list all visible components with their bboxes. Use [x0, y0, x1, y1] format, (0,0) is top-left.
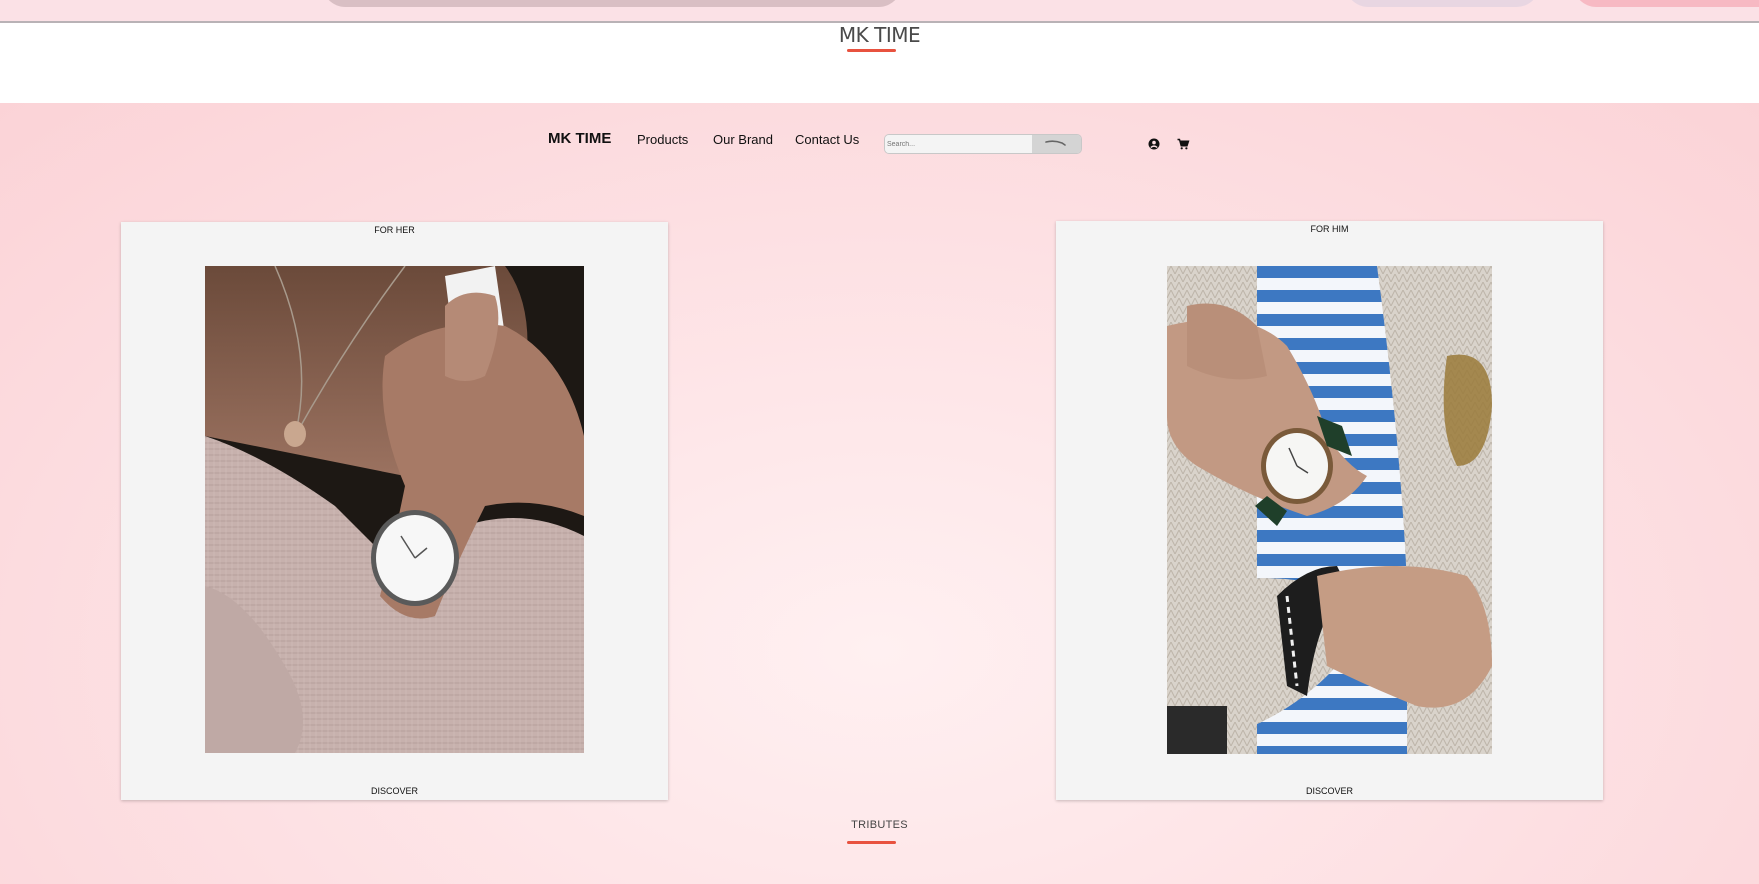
- search-input[interactable]: [885, 135, 1032, 153]
- top-strip: [0, 0, 1759, 23]
- tributes-title: TRIBUTES: [851, 819, 908, 831]
- search-button[interactable]: [1032, 135, 1081, 153]
- account-icon[interactable]: [1147, 137, 1161, 151]
- discover-link[interactable]: DISCOVER: [121, 786, 668, 796]
- search-icon: [1045, 140, 1066, 146]
- card-top-label: FOR HIM: [1310, 224, 1349, 234]
- card-for-her[interactable]: FOR HER DISCOVER: [121, 222, 668, 800]
- card-for-him[interactable]: FOR HIM DISCOVER: [1056, 221, 1603, 800]
- cart-icon[interactable]: [1176, 137, 1190, 151]
- top-pill: [322, 0, 902, 7]
- navbar: MK TIME Products Our Brand Contact Us: [0, 103, 1759, 183]
- top-pill: [1345, 0, 1540, 7]
- nav-link-contact-us[interactable]: Contact Us: [795, 132, 859, 147]
- card-top-label: FOR HER: [374, 225, 415, 235]
- tributes-underline: [847, 841, 896, 844]
- heading-band: MK TIME: [0, 23, 1759, 103]
- title-underline: [847, 49, 896, 52]
- him-watch-photo: [1167, 266, 1492, 754]
- search-bar: [884, 134, 1082, 154]
- page-title: MK TIME: [838, 23, 921, 47]
- main-section: MK TIME Products Our Brand Contact Us Se…: [0, 103, 1759, 884]
- top-pill: [1573, 0, 1759, 7]
- nav-link-products[interactable]: Products: [637, 132, 688, 147]
- nav-link-our-brand[interactable]: Our Brand: [713, 132, 773, 147]
- discover-link[interactable]: DISCOVER: [1056, 786, 1603, 796]
- her-watch-photo: [205, 266, 584, 753]
- brand-logo[interactable]: MK TIME: [548, 130, 611, 147]
